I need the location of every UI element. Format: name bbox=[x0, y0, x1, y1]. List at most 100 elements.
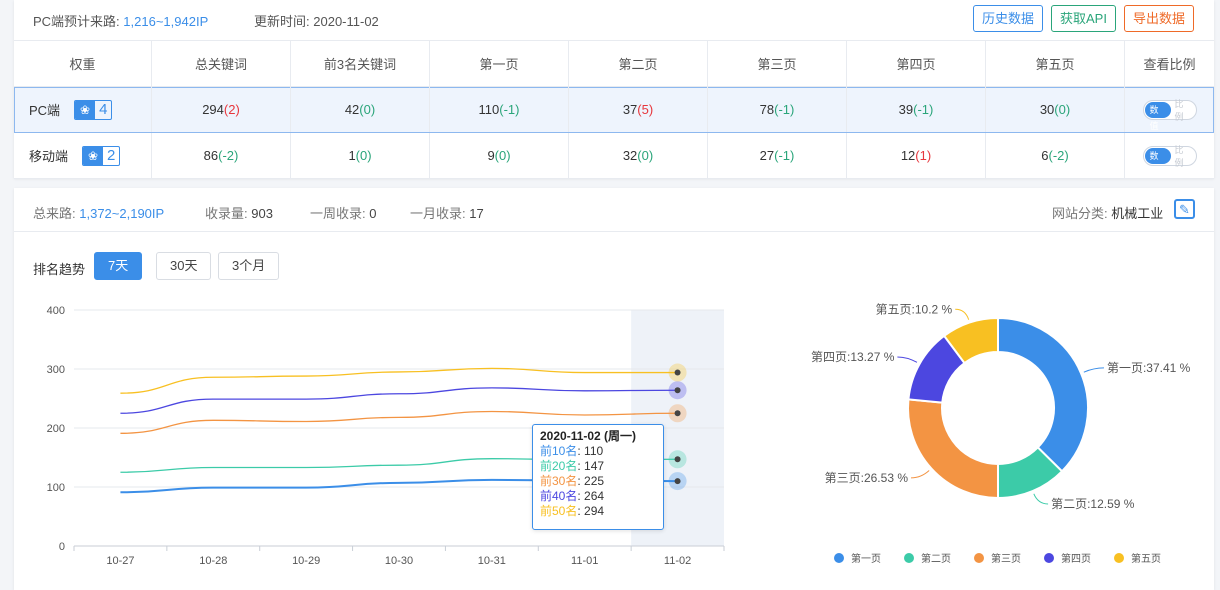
table-header-row: 权重 总关键词 前3名关键词 第一页 第二页 第三页 第四页 第五页 查看比例 bbox=[14, 41, 1214, 87]
cell-change: (2) bbox=[223, 102, 240, 117]
history-data-button[interactable]: 历史数据 bbox=[973, 5, 1044, 32]
donut-slice[interactable] bbox=[907, 398, 999, 500]
legend-label[interactable]: 第四页 bbox=[1061, 552, 1091, 565]
slice-leader-line bbox=[1083, 367, 1104, 373]
table-cell: 12 (1) bbox=[847, 133, 986, 178]
range-3m-button[interactable]: 3个月 bbox=[218, 252, 280, 280]
column-header: 权重 bbox=[14, 41, 152, 86]
ratio-toggle-cell: 数值 比例 bbox=[1125, 133, 1214, 178]
cell-change: (0) bbox=[494, 148, 511, 163]
slice-label: 第五页:10.2 % bbox=[876, 302, 953, 316]
hover-point[interactable] bbox=[674, 478, 681, 485]
legend-swatch[interactable] bbox=[904, 553, 914, 563]
slice-leader-line bbox=[955, 308, 970, 320]
y-tick-label: 200 bbox=[47, 423, 65, 435]
x-tick-label: 10-28 bbox=[199, 555, 227, 567]
hover-point[interactable] bbox=[674, 456, 681, 463]
cell-value: 86 bbox=[203, 148, 219, 163]
total-traffic: 总来路: 1,372~2,190IP bbox=[33, 203, 164, 222]
tooltip-series-name: 前50名 bbox=[540, 504, 578, 518]
legend-label[interactable]: 第一页 bbox=[851, 552, 881, 565]
pc-traffic-label: PC端预计来路: bbox=[33, 14, 120, 29]
get-api-button[interactable]: 获取API bbox=[1051, 5, 1116, 32]
x-tick-label: 10-27 bbox=[106, 555, 134, 567]
month-indexed-value: 17 bbox=[469, 206, 484, 221]
column-header: 前3名关键词 bbox=[291, 41, 430, 86]
platform-cell: 移动端 ❀ 2 bbox=[14, 133, 152, 178]
table-cell: 32 (0) bbox=[569, 133, 708, 178]
table-row[interactable]: 移动端 ❀ 2 86 (-2) 1 (0) 9 (0) 32 (0) 27 (-1) 12 (1) 6 (-2)… bbox=[14, 133, 1214, 179]
y-tick-label: 300 bbox=[47, 364, 65, 376]
legend-swatch[interactable] bbox=[1044, 553, 1054, 563]
value-ratio-toggle[interactable]: 数值 比例 bbox=[1142, 97, 1197, 131]
cell-change: (-1) bbox=[774, 148, 795, 163]
rank-trend-label: 排名趋势 bbox=[33, 262, 86, 277]
legend-label[interactable]: 第五页 bbox=[1131, 552, 1161, 565]
slice-label: 第一页:37.41 % bbox=[1107, 361, 1191, 375]
cell-change: (-1) bbox=[774, 102, 795, 117]
hover-point[interactable] bbox=[674, 410, 681, 417]
table-cell: 1 (0) bbox=[291, 133, 430, 178]
legend-swatch[interactable] bbox=[1114, 553, 1124, 563]
tooltip-row: 前40名: 264 bbox=[540, 489, 656, 504]
legend-swatch[interactable] bbox=[834, 553, 844, 563]
table-cell: 6 (-2) bbox=[986, 133, 1125, 178]
cell-value: 32 bbox=[622, 148, 638, 163]
table-cell: 9 (0) bbox=[430, 133, 569, 178]
series-line-5[interactable] bbox=[120, 367, 678, 394]
cell-change: (0) bbox=[359, 102, 376, 117]
slice-leader-line bbox=[1033, 493, 1049, 505]
tooltip-series-name: 前10名 bbox=[540, 444, 578, 458]
legend-label[interactable]: 第三页 bbox=[991, 552, 1021, 565]
table-row[interactable]: PC端 ❀ 4 294 (2) 42 (0) 110 (-1) 37 (5) 78 (-1) 39 (-1)… bbox=[14, 87, 1214, 133]
cell-change: (5) bbox=[637, 102, 654, 117]
tooltip-series-value: 147 bbox=[584, 459, 605, 473]
page-distribution-donut-chart[interactable]: 第一页:37.41 % 第二页:12.59 % 第三页:26.53 % 第四页:13.… bbox=[764, 288, 1214, 588]
slice-label: 第四页:13.27 % bbox=[811, 350, 895, 364]
export-data-button[interactable]: 导出数据 bbox=[1124, 5, 1195, 32]
site-category-value: 机械工业 bbox=[1111, 206, 1164, 221]
tooltip-series-value: 294 bbox=[584, 504, 605, 518]
hover-point[interactable] bbox=[674, 369, 681, 376]
x-tick-label: 11-01 bbox=[571, 555, 598, 567]
legend-label[interactable]: 第二页 bbox=[921, 552, 951, 565]
x-tick-label: 11-02 bbox=[664, 555, 691, 567]
indexed-value: 903 bbox=[251, 206, 273, 221]
cell-change: (-2) bbox=[218, 148, 239, 163]
tooltip-row: 前20名: 147 bbox=[540, 459, 656, 474]
update-time-value: 2020-11-02 bbox=[313, 14, 379, 29]
donut-slice[interactable] bbox=[997, 316, 1089, 473]
total-traffic-label: 总来路: bbox=[33, 206, 76, 221]
legend-swatch[interactable] bbox=[974, 553, 984, 563]
cell-value: 110 bbox=[478, 102, 500, 117]
slice-label: 第二页:12.59 % bbox=[1051, 497, 1135, 511]
cell-value: 6 bbox=[1041, 148, 1049, 163]
toggle-value-option[interactable]: 数值 bbox=[1144, 101, 1171, 131]
x-tick-label: 10-30 bbox=[385, 555, 413, 567]
panel-header: PC端预计来路: 1,216~1,942IP 更新时间: 2020-11-02 … bbox=[14, 0, 1214, 36]
range-30d-button[interactable]: 30天 bbox=[156, 252, 212, 280]
table-cell: 110 (-1) bbox=[430, 87, 569, 132]
column-header: 第五页 bbox=[986, 41, 1125, 86]
hover-point[interactable] bbox=[674, 387, 681, 394]
tooltip-row: 前30名: 225 bbox=[540, 474, 656, 489]
slice-leader-line bbox=[897, 356, 918, 363]
weight-value: 4 bbox=[99, 100, 108, 118]
series-line-4[interactable] bbox=[120, 387, 678, 414]
value-ratio-toggle[interactable]: 数值 比例 bbox=[1142, 143, 1197, 177]
toggle-value-option[interactable]: 数值 bbox=[1144, 147, 1171, 177]
ratio-toggle-cell: 数值 比例 bbox=[1125, 87, 1214, 132]
tooltip-series-value: 110 bbox=[584, 444, 604, 458]
edit-icon[interactable]: ✎ bbox=[1174, 199, 1195, 219]
toggle-ratio-option[interactable]: 比例 bbox=[1171, 143, 1195, 169]
week-indexed-value: 0 bbox=[369, 206, 377, 221]
tooltip-row: 前50名: 294 bbox=[540, 504, 656, 519]
week-indexed: 一周收录: 0 bbox=[310, 203, 376, 222]
range-7d-button[interactable]: 7天 bbox=[94, 252, 143, 280]
update-time: 更新时间: 2020-11-02 bbox=[254, 11, 379, 30]
cell-change: (-2) bbox=[1048, 148, 1069, 163]
column-header: 查看比例 bbox=[1143, 57, 1196, 72]
cell-value: 294 bbox=[202, 102, 224, 117]
toggle-ratio-option[interactable]: 比例 bbox=[1171, 97, 1195, 123]
x-tick-label: 10-29 bbox=[292, 555, 320, 567]
